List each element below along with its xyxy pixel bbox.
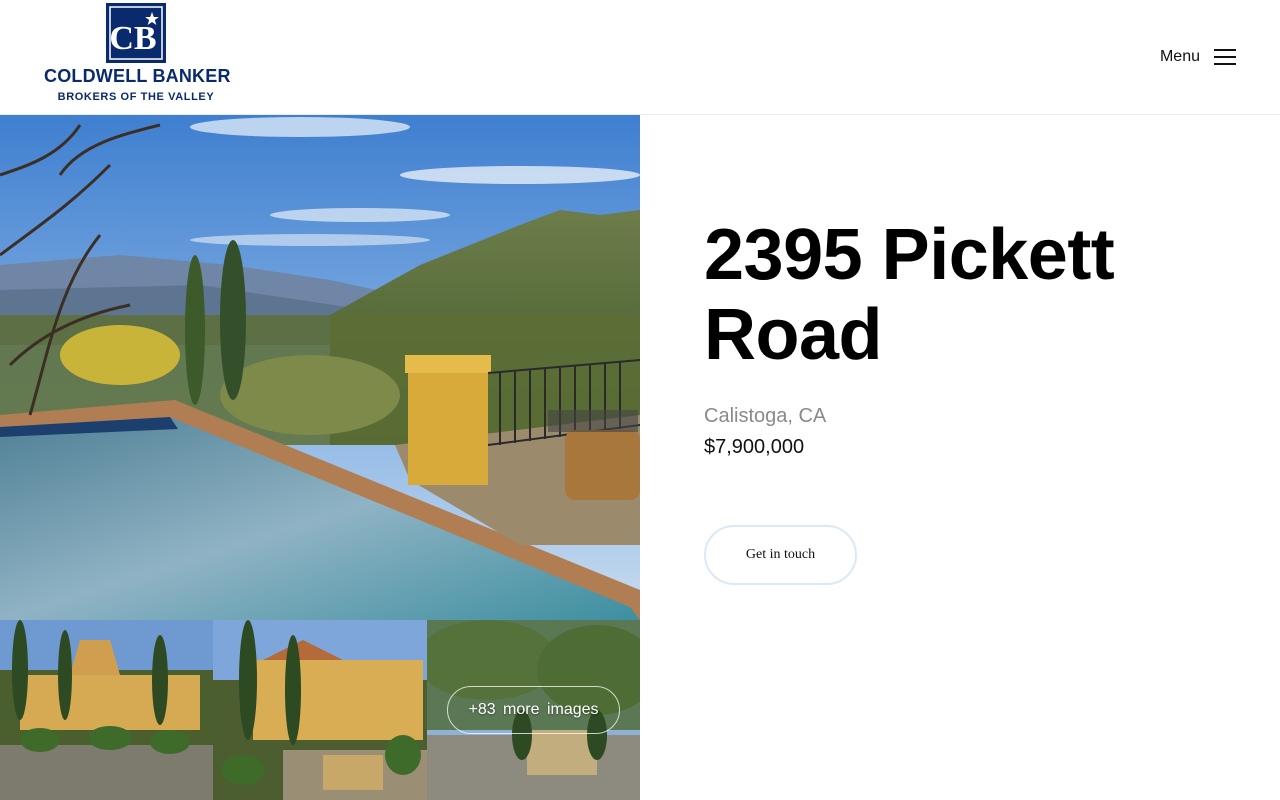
svg-text:CB: CB	[109, 20, 156, 57]
thumbnail-photo-3[interactable]: +83 more images	[427, 620, 640, 800]
site-header: CB COLDWELL BANKER BROKERS OF THE VALLEY…	[0, 0, 1280, 115]
brand-tagline: BROKERS OF THE VALLEY	[57, 91, 215, 103]
listing-location: Calistoga, CA	[704, 405, 827, 427]
menu-label: Menu	[1159, 48, 1200, 65]
listing-address: 2395 Pickett Road	[704, 215, 1115, 375]
listing-price: $7,900,000	[704, 436, 805, 458]
hero-photo[interactable]	[0, 115, 640, 620]
get-in-touch-button[interactable]: Get in touch	[704, 525, 857, 585]
thumbnail-photo-2[interactable]	[213, 620, 427, 800]
photo-gallery: +83 more images	[0, 115, 640, 800]
thumbnail-photo-1[interactable]	[0, 620, 213, 800]
brand-name: COLDWELL BANKER	[44, 66, 231, 86]
logo-mark-icon: CB	[106, 3, 166, 63]
hamburger-icon	[1214, 47, 1236, 67]
more-images-button[interactable]: +83 more images	[447, 686, 620, 734]
menu-button[interactable]: Menu	[1160, 44, 1236, 70]
brand-logo[interactable]: CB COLDWELL BANKER BROKERS OF THE VALLEY	[44, 3, 231, 105]
listing-details: 2395 Pickett Road Calistoga, CA $7,900,0…	[704, 215, 1224, 459]
